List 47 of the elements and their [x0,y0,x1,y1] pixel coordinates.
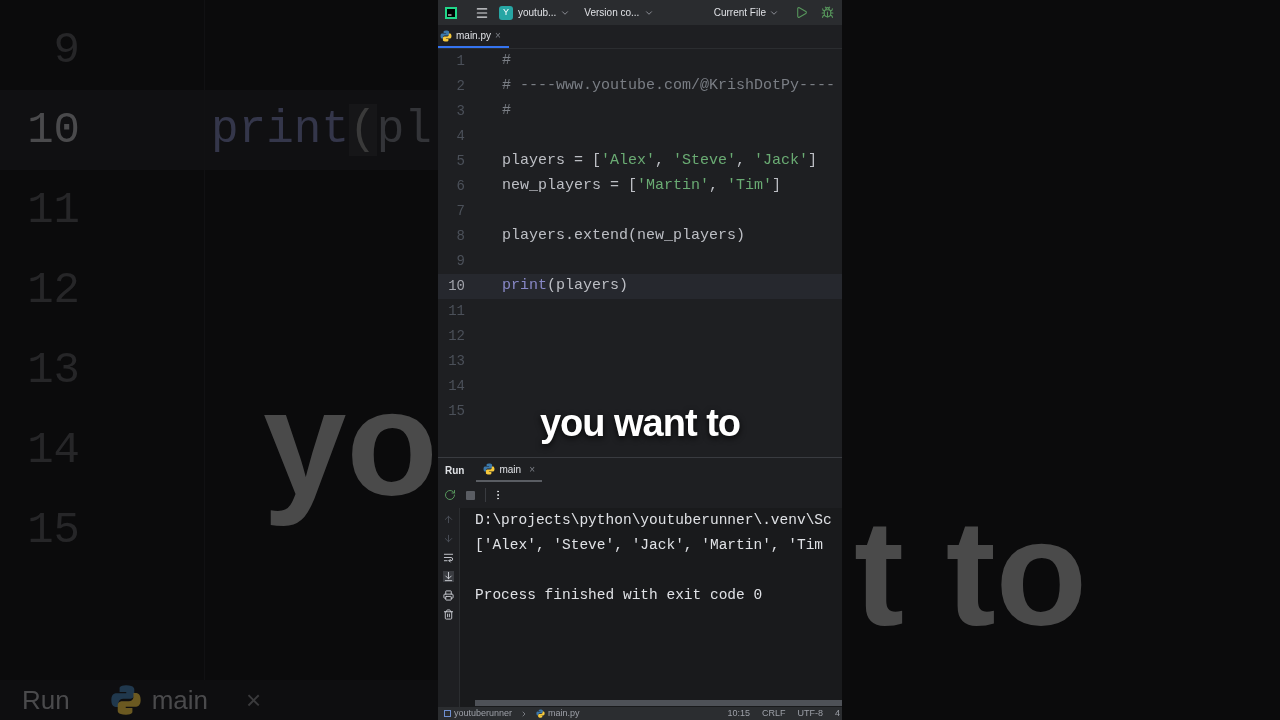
line-number: 10 [27,108,80,152]
debug-icon[interactable] [821,6,834,19]
trash-icon[interactable] [443,609,454,620]
output-line: Process finished with exit code 0 [475,585,763,605]
app-logo-icon [445,6,457,19]
print-icon[interactable] [443,590,454,601]
caption-text: yo [262,358,438,529]
python-icon [536,709,546,718]
code-line: # [502,51,511,72]
rerun-icon[interactable] [444,489,456,501]
caption-text: you want to [539,401,741,446]
menu-icon[interactable] [475,5,489,20]
python-icon [483,463,496,475]
stop-icon[interactable] [466,490,475,500]
run-icon[interactable] [795,6,808,19]
run-config-selector[interactable]: Current File [713,5,779,20]
indent-setting[interactable]: 4 [835,709,840,718]
code-line: players.extend(new_players) [502,226,746,247]
encoding[interactable]: UTF-8 [797,709,823,718]
code-line: new_players = ['Martin', 'Tim'] [502,176,782,197]
line-number: 10 [448,277,465,296]
vcs-selector[interactable]: Version co... [584,5,655,20]
close-icon: × [246,680,262,720]
project-selector[interactable]: Y youtub... [499,5,571,20]
python-icon [109,684,142,716]
output-line: D:\projects\python\youtuberunner\.venv\Sc [475,510,832,530]
output-line: ['Alex', 'Steve', 'Jack', 'Martin', 'Tim [475,535,824,555]
code-line: players = ['Alex', 'Steve', 'Jack'] [502,151,818,172]
code-line: # [502,101,511,122]
python-icon [440,29,452,42]
tab-label: main [151,683,209,717]
code-line: print(players) [502,276,629,297]
panel-title: Run [445,463,465,478]
folder-icon [444,710,451,717]
caption-text: t to [853,488,1089,659]
breadcrumb[interactable]: main.py [548,709,580,718]
scroll-end-icon[interactable] [443,571,454,582]
code-line: # ----www.youtube.com/@KrishDotPy---- [502,76,836,97]
scrollbar[interactable] [475,700,842,706]
cursor-position[interactable]: 10:15 [727,709,750,718]
project-badge: Y [499,5,513,20]
line-separator[interactable]: CRLF [761,709,786,718]
wrap-icon[interactable] [443,552,454,563]
breadcrumb[interactable]: youtuberunner [454,709,513,718]
run-tab[interactable]: main × [476,458,542,482]
editor-tab[interactable]: main.py × [438,25,509,48]
run-label: Run [22,683,70,717]
